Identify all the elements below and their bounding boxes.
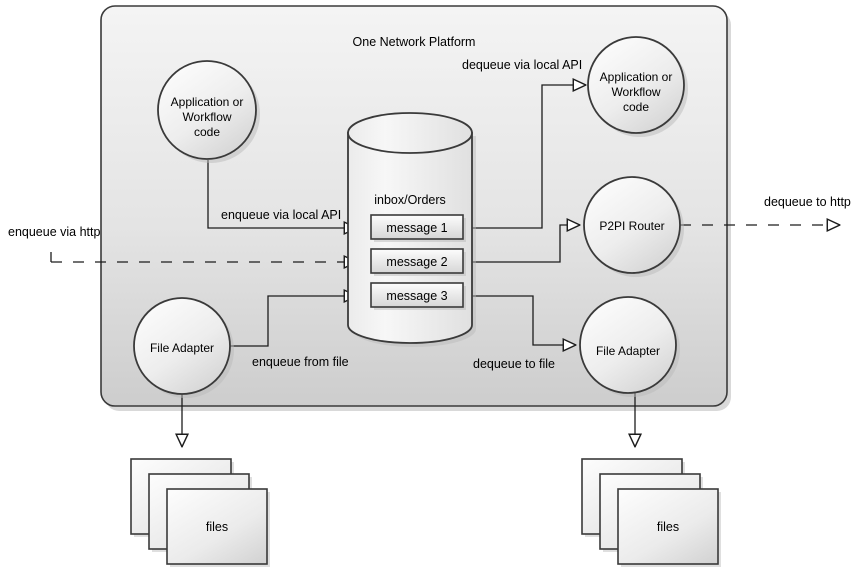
node-label-line2: Workflow [611, 85, 660, 99]
node-label-file-adapter-right: File Adapter [596, 344, 660, 358]
files-label-left: files [206, 520, 228, 534]
message-label: message 3 [386, 289, 447, 303]
node-label-line1: Application or [600, 70, 673, 84]
node-label-line1: Application or [171, 95, 244, 109]
edge-label-enqueue-via-http: enqueue via http [8, 225, 100, 239]
queue-message-2[interactable]: message 2 [370, 248, 466, 276]
message-label: message 2 [386, 255, 447, 269]
node-label-line3: code [623, 100, 649, 114]
edge-label-enqueue-from-file: enqueue from file [252, 355, 349, 369]
node-label-line2: Workflow [182, 110, 231, 124]
message-label: message 1 [386, 221, 447, 235]
node-files-left[interactable]: files [130, 458, 270, 567]
edge-label-dequeue-to-http: dequeue to http [764, 195, 851, 209]
platform-title: One Network Platform [353, 35, 476, 49]
node-label-line3: code [194, 125, 220, 139]
node-files-right[interactable]: files [581, 458, 721, 567]
files-label-right: files [657, 520, 679, 534]
diagram-canvas: One Network Platform enqueue via local A… [0, 0, 862, 573]
queue-name-label: inbox/Orders [374, 193, 446, 207]
edge-label-dequeue-via-local-api: dequeue via local API [462, 58, 582, 72]
queue-message-1[interactable]: message 1 [370, 214, 466, 242]
edge-label-enqueue-via-local-api: enqueue via local API [221, 208, 341, 222]
architecture-diagram: One Network Platform enqueue via local A… [8, 5, 851, 567]
node-label-p2pi-router: P2PI Router [599, 219, 664, 233]
node-label-file-adapter-left: File Adapter [150, 341, 214, 355]
queue-message-3[interactable]: message 3 [370, 282, 466, 310]
edge-label-dequeue-to-file: dequeue to file [473, 357, 555, 371]
